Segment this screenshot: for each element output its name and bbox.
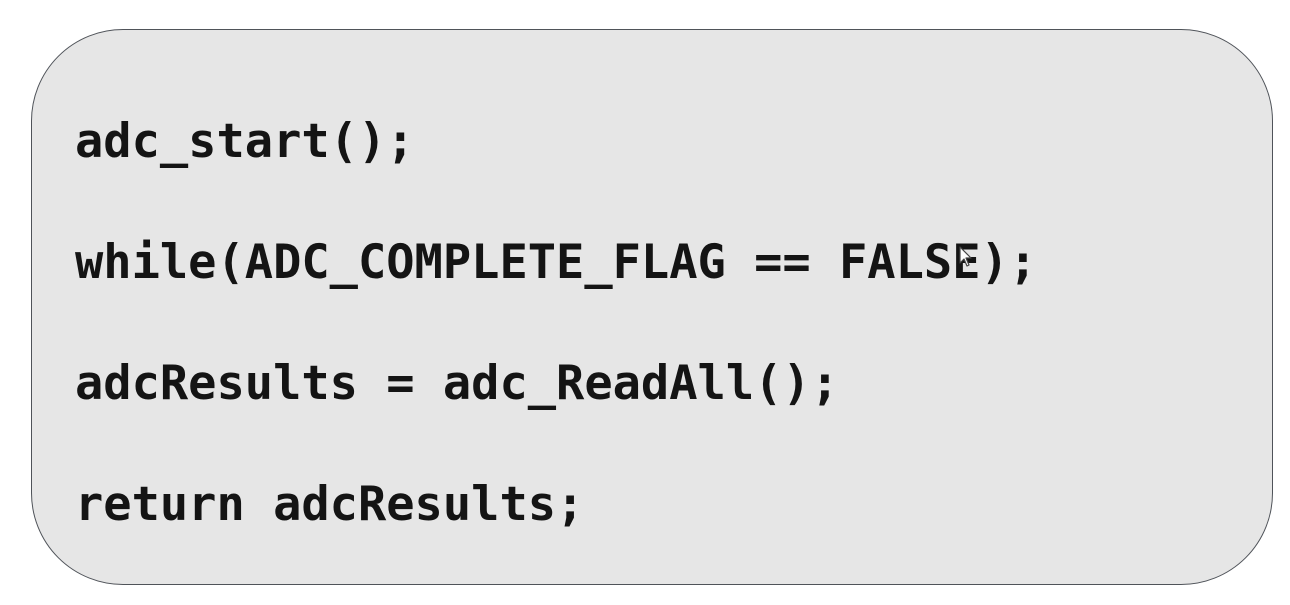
code-line-adc-start: adc_start();	[75, 114, 415, 169]
code-line-read-all: adcResults = adc_ReadAll();	[75, 356, 840, 411]
code-line-return: return adcResults;	[75, 477, 585, 532]
code-line-while-flag: while(ADC_COMPLETE_FLAG == FALSE);	[75, 235, 1038, 290]
mouse-pointer-icon	[959, 246, 972, 267]
